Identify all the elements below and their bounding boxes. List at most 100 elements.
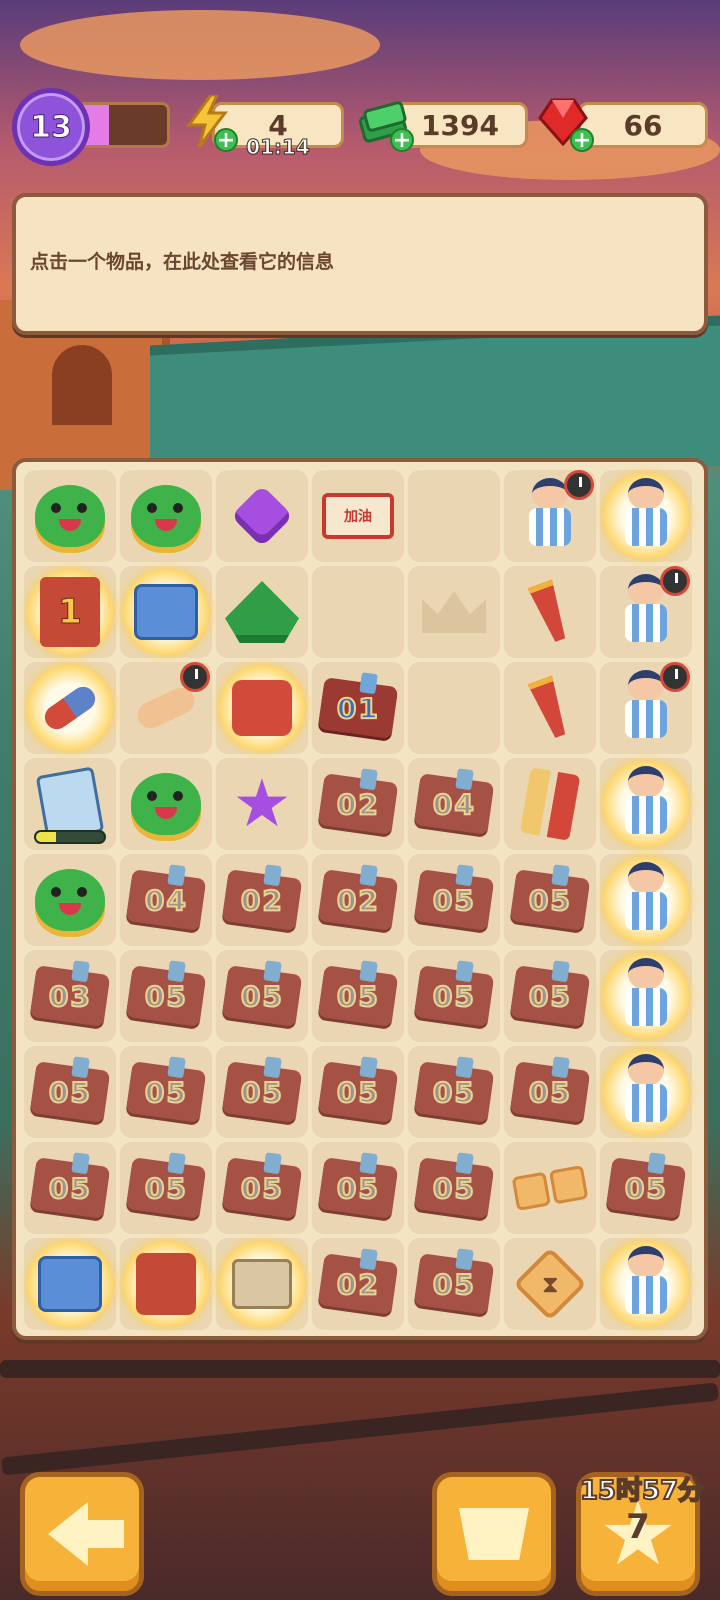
ticket-item: 05 (317, 1061, 399, 1123)
magnet-icon (40, 682, 100, 734)
board-cell[interactable] (24, 854, 116, 946)
flag-monster-icon (232, 680, 292, 736)
item-info-panel: 点击一个物品，在此处查看它的信息 (12, 193, 708, 335)
board-cell[interactable] (312, 566, 404, 658)
board-cell[interactable]: 05 (408, 1046, 500, 1138)
board-cell[interactable] (216, 470, 308, 562)
board-cell[interactable] (24, 1238, 116, 1330)
ticket-item: 05 (509, 965, 591, 1027)
board-cell[interactable] (120, 566, 212, 658)
board-cell[interactable]: 1 (24, 566, 116, 658)
basket-button[interactable] (432, 1472, 556, 1596)
board-cell[interactable]: 05 (408, 1142, 500, 1234)
board-cell[interactable]: 04 (120, 854, 212, 946)
board-cell[interactable]: 05 (312, 1046, 404, 1138)
board-cell[interactable]: 05 (120, 1142, 212, 1234)
ticket-number: 05 (240, 1171, 285, 1206)
biscuits-icon (511, 1165, 589, 1211)
clock-icon (180, 662, 210, 692)
board-cell[interactable]: ★ (216, 758, 308, 850)
board-cell[interactable]: 02 (312, 758, 404, 850)
board-cell[interactable] (216, 662, 308, 754)
board-cell[interactable]: 加油 (312, 470, 404, 562)
ticket-item: 02 (317, 773, 399, 835)
board-cell[interactable] (24, 662, 116, 754)
add-cash-icon[interactable]: + (390, 128, 414, 152)
ticket-number: 04 (144, 883, 189, 918)
rail (0, 1360, 720, 1378)
board-cell[interactable] (24, 758, 116, 850)
board-cell[interactable]: 02 (312, 1238, 404, 1330)
board-cell[interactable] (24, 470, 116, 562)
board-cell[interactable]: 05 (408, 950, 500, 1042)
paper-icon (35, 766, 105, 842)
ticket-item: 05 (413, 1253, 495, 1315)
board-cell[interactable] (408, 470, 500, 562)
board-cell[interactable] (504, 470, 596, 562)
board-cell[interactable]: 04 (408, 758, 500, 850)
ticket-item: 04 (413, 773, 495, 835)
board-cell[interactable]: 05 (120, 950, 212, 1042)
red-gem-icon[interactable]: + (536, 94, 594, 152)
board-cell[interactable]: 05 (216, 1046, 308, 1138)
board-cell[interactable]: 05 (504, 854, 596, 946)
board-cell[interactable]: 05 (408, 854, 500, 946)
level-badge[interactable]: 13 (12, 88, 90, 166)
merge-board: 加油 1 01 ★ 02 04 04 02 02 05 05 03 05 05 05 05 05 05 05 05 05… (12, 458, 708, 1340)
board-cell[interactable] (216, 566, 308, 658)
board-cell[interactable]: 05 (216, 1142, 308, 1234)
board-cell[interactable]: 02 (216, 854, 308, 946)
board-cell[interactable] (600, 1238, 692, 1330)
arrow-left-icon (48, 1502, 124, 1566)
hourglass-icon: ⧗ (513, 1247, 587, 1321)
board-cell[interactable] (216, 1238, 308, 1330)
board-cell[interactable] (120, 758, 212, 850)
ticket-item: 05 (413, 965, 495, 1027)
board-cell[interactable]: 05 (24, 1046, 116, 1138)
board-cell[interactable]: 05 (600, 1142, 692, 1234)
clock-icon (660, 566, 690, 596)
ticket-item: 05 (317, 1157, 399, 1219)
board-cell[interactable] (600, 566, 692, 658)
board-cell[interactable]: 03 (24, 950, 116, 1042)
board-cell[interactable]: ⧗ (504, 1238, 596, 1330)
player-icon (619, 478, 673, 554)
back-button[interactable] (20, 1472, 144, 1596)
green-monster-icon (35, 869, 105, 931)
board-cell[interactable] (600, 470, 692, 562)
ticket-item: 05 (413, 869, 495, 931)
add-gems-icon[interactable]: + (570, 128, 594, 152)
board-cell[interactable]: 05 (312, 1142, 404, 1234)
board-cell[interactable]: 01 (312, 662, 404, 754)
lightning-icon[interactable]: + (180, 94, 238, 152)
open-box-icon (232, 1259, 292, 1309)
board-cell[interactable]: 05 (24, 1142, 116, 1234)
board-cell[interactable] (600, 1046, 692, 1138)
ticket-number: 04 (432, 787, 477, 822)
board-cell[interactable] (408, 662, 500, 754)
add-energy-icon[interactable]: + (214, 128, 238, 152)
board-cell[interactable] (600, 854, 692, 946)
ticket-number: 02 (336, 1267, 381, 1302)
board-cell[interactable] (120, 662, 212, 754)
board-cell[interactable] (504, 758, 596, 850)
cash-stack-icon[interactable]: + (356, 94, 414, 152)
ticket-number: 02 (336, 787, 381, 822)
horn-icon (537, 582, 563, 642)
board-cell[interactable]: 05 (120, 1046, 212, 1138)
board-cell[interactable] (600, 950, 692, 1042)
board-cell[interactable] (504, 566, 596, 658)
board-cell[interactable]: 05 (504, 1046, 596, 1138)
board-cell[interactable] (504, 1142, 596, 1234)
board-cell[interactable] (504, 662, 596, 754)
board-cell[interactable]: 05 (216, 950, 308, 1042)
board-cell[interactable]: 05 (312, 950, 404, 1042)
board-cell[interactable] (120, 1238, 212, 1330)
board-cell[interactable]: 05 (504, 950, 596, 1042)
board-cell[interactable]: 02 (312, 854, 404, 946)
board-cell[interactable] (120, 470, 212, 562)
board-cell[interactable] (600, 662, 692, 754)
board-cell[interactable]: 05 (408, 1238, 500, 1330)
board-cell[interactable] (408, 566, 500, 658)
board-cell[interactable] (600, 758, 692, 850)
